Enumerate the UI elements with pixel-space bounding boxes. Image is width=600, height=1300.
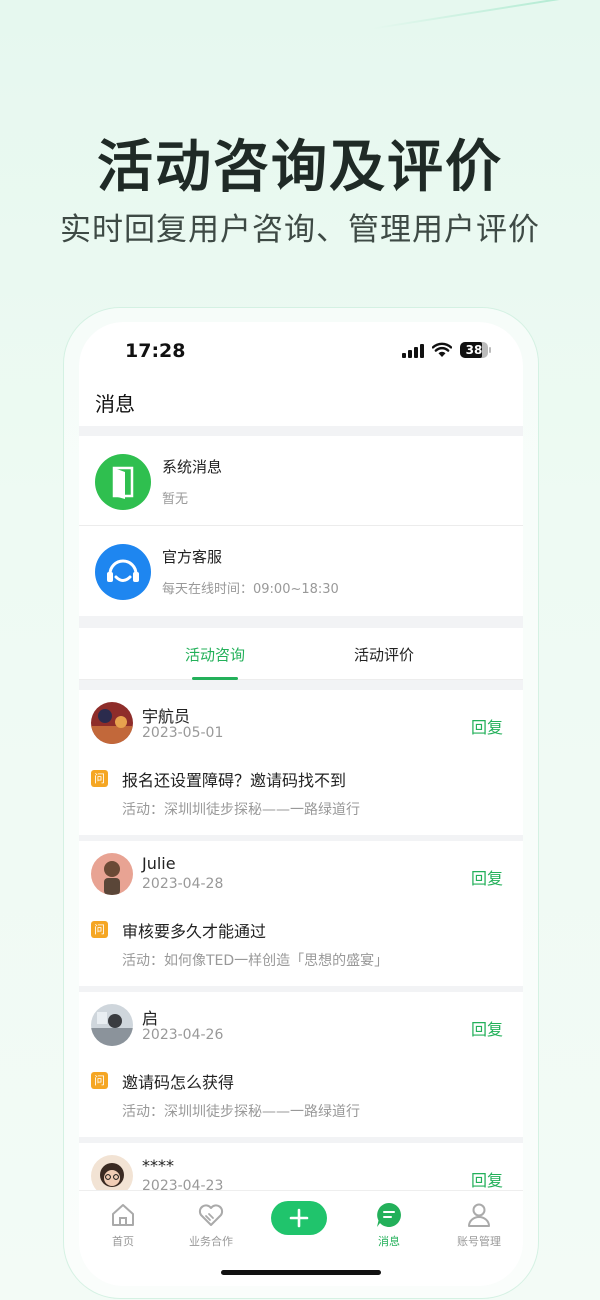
system-card: 系统消息 暂无 官方客服 每天在线时间：09:00~18:30 [79,436,523,616]
door-icon [95,454,151,510]
system-message-row[interactable]: 系统消息 暂无 [79,436,523,526]
question-badge: 问 [91,1072,108,1089]
wifi-icon [432,342,452,357]
page-title: 消息 [95,392,135,416]
hero-title: 活动咨询及评价 [97,135,503,200]
activity-text: 活动：深圳圳徒步探秘——一路绿道行 [122,802,360,818]
battery-icon: 38 [460,342,488,358]
user-name: Julie [142,854,176,873]
status-time: 17:28 [125,340,186,362]
tabbar-label: 业务合作 [189,1235,233,1248]
decorative-streak [369,0,600,30]
message-date: 2023-05-01 [142,725,224,741]
user-name: **** [142,1156,174,1175]
home-icon [112,1204,134,1226]
reply-button[interactable]: 回复 [471,865,503,889]
activity-text: 活动：深圳圳徒步探秘——一路绿道行 [122,1104,360,1120]
tabbar-label: 首页 [112,1235,134,1248]
battery-level: 38 [465,343,483,357]
tabbar-label: 消息 [378,1235,400,1248]
customer-service-row[interactable]: 官方客服 每天在线时间：09:00~18:30 [79,526,523,616]
reply-button[interactable]: 回复 [471,714,503,738]
question-text: 审核要多久才能通过 [122,922,267,941]
reply-button[interactable]: 回复 [471,1167,503,1191]
hero-subtitle: 实时回复用户咨询、管理用户评价 [60,212,540,248]
add-button[interactable] [271,1201,327,1235]
tabbar-item-home[interactable]: 首页 [79,1201,167,1249]
user-name: 启 [142,1009,159,1028]
avatar [91,853,133,895]
tabbar-item-account[interactable]: 账号管理 [435,1201,523,1249]
system-item-name: 系统消息 [162,458,223,476]
message-card: Julie 2023-04-28 回复 问 审核要多久才能通过 活动：如何像TE… [79,841,523,986]
reply-button[interactable]: 回复 [471,1016,503,1040]
tabbar-label: 账号管理 [457,1235,501,1248]
question-text: 邀请码怎么获得 [122,1073,235,1092]
home-indicator [221,1270,381,1275]
message-card: 启 2023-04-26 回复 问 邀请码怎么获得 活动：深圳圳徒步探秘——一路… [79,992,523,1137]
system-item-desc: 暂无 [162,492,189,507]
user-icon [468,1203,490,1227]
plus-icon [289,1208,309,1228]
battery-tip [489,347,491,353]
avatar [91,702,133,744]
nav-bar: 消息 [79,380,523,426]
system-item-name: 官方客服 [162,548,223,566]
signal-icon [402,344,424,358]
tab-consultation[interactable]: 活动咨询 [155,644,275,665]
tab-bar: 活动咨询 活动评价 [79,628,523,680]
user-name: 宇航员 [142,707,191,726]
status-bar: 17:28 38 [79,322,523,380]
chat-icon [377,1203,401,1227]
handshake-heart-icon [198,1204,224,1226]
tab-reviews[interactable]: 活动评价 [324,644,444,665]
system-item-desc: 每天在线时间：09:00~18:30 [162,582,339,597]
message-date: 2023-04-26 [142,1027,224,1043]
question-text: 报名还设置障碍？邀请码找不到 [122,771,347,790]
avatar [91,1004,133,1046]
activity-text: 活动：如何像TED一样创造「思想的盛宴」 [122,953,389,969]
message-card: 宇航员 2023-05-01 回复 问 报名还设置障碍？邀请码找不到 活动：深圳… [79,690,523,835]
question-badge: 问 [91,921,108,938]
headset-icon [95,544,151,600]
phone-screen: 17:28 38 消息 系统消息 暂无 官方客服 每天在线时间：09:00~18… [79,322,523,1286]
tabbar-item-business[interactable]: 业务合作 [167,1201,255,1249]
question-badge: 问 [91,770,108,787]
message-date: 2023-04-28 [142,876,224,892]
tabbar-item-messages[interactable]: 消息 [345,1201,433,1249]
active-tab-indicator [192,677,238,680]
